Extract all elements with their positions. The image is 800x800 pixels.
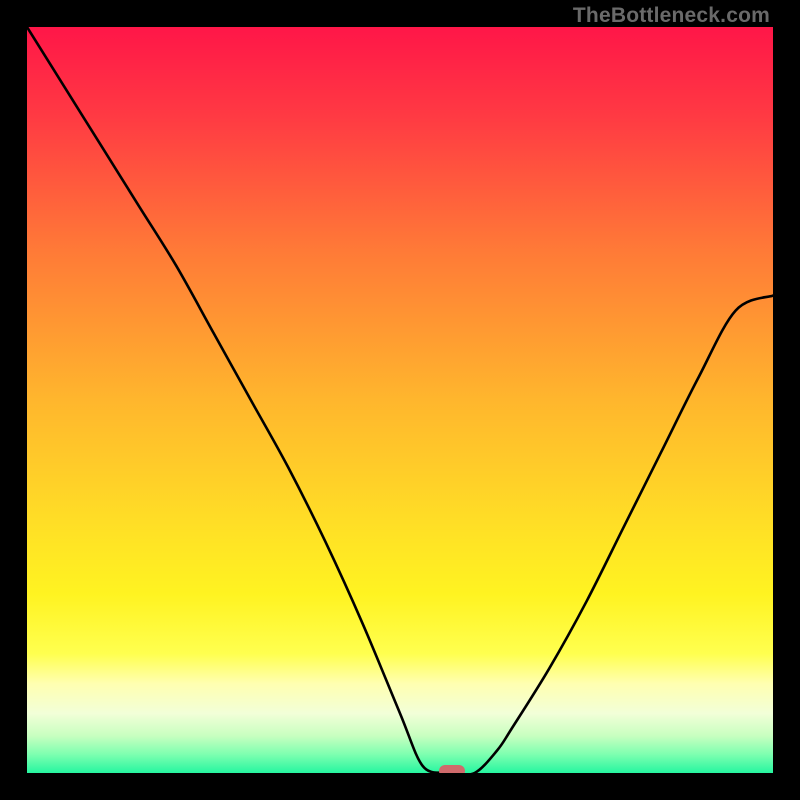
curve-layer — [27, 27, 773, 773]
chart-container: TheBottleneck.com — [0, 0, 800, 800]
watermark-text: TheBottleneck.com — [573, 4, 770, 28]
optimal-marker — [439, 765, 465, 773]
bottleneck-curve — [27, 27, 773, 773]
plot-area — [27, 27, 773, 773]
